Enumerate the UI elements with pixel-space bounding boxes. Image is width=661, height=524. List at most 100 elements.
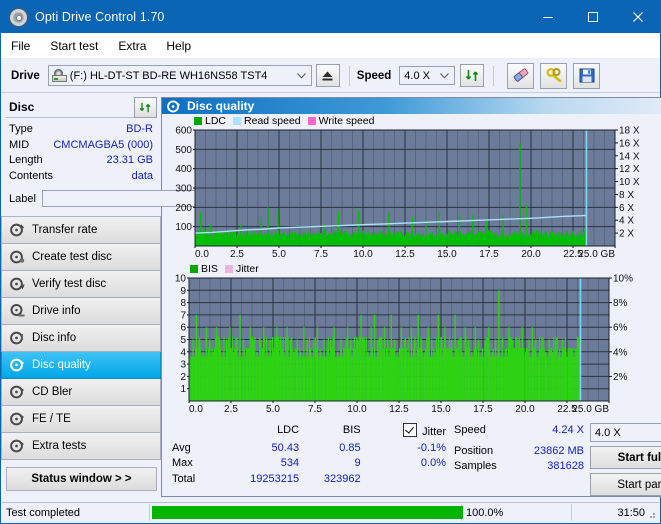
stats-max-ldc: 534 [222, 456, 299, 472]
stats-total-jitter [361, 472, 450, 488]
drive-select[interactable]: (F:) HL-DT-ST BD-RE WH16NS58 TST4 [48, 65, 312, 86]
y-axis-tick: 500 [175, 145, 192, 156]
x-axis-tick: 2.5 [230, 249, 244, 260]
stats-header-jitter[interactable]: Jitter [361, 423, 450, 441]
erase-disc-button[interactable] [507, 63, 534, 89]
refresh-icon [465, 68, 480, 83]
table-row: Total 19253215 323962 [162, 472, 450, 488]
disc-verify-icon [9, 277, 26, 292]
disc-row-type: Type BD-R [9, 122, 153, 138]
y2-axis-tick: 10% [613, 274, 633, 285]
readout-values: Speed 4.24 X Position 23862 MB Samples 3… [450, 423, 584, 496]
readout-position-row: Position 23862 MB [454, 444, 584, 460]
legend-swatch [194, 117, 202, 125]
y2-axis-tick: 2 X [619, 229, 634, 240]
x-axis-tick: 25.0 GB [578, 249, 615, 260]
disc-test-icon [9, 223, 26, 238]
disc-row-mid: MID CMCMAGBA5 (000) [9, 138, 153, 154]
eraser-icon [512, 67, 530, 84]
y2-axis-tick: 10 X [619, 177, 640, 188]
resize-grip-icon[interactable] [645, 508, 657, 520]
sidebar-item-extra-tests[interactable]: Extra tests [1, 433, 161, 460]
sidebar-item-transfer-rate[interactable]: Transfer rate [1, 217, 161, 244]
legend-swatch [190, 265, 198, 273]
window-controls [525, 1, 660, 33]
minimize-icon[interactable] [525, 1, 570, 33]
disc-quality-panel: Disc quality LDCRead speedWrite speed 10… [161, 97, 661, 497]
x-axis-tick: 25.0 GB [572, 404, 609, 415]
disc-row-contents-value: data [132, 169, 153, 185]
legend-swatch [233, 117, 241, 125]
status-bar: Test completed 100.0% 31:50 [2, 502, 659, 522]
sidebar-item-verify-test-disc[interactable]: Verify test disc [1, 271, 161, 298]
progress-percent: 100.0% [462, 504, 572, 521]
sidebar-item-drive-info[interactable]: Drive info [1, 298, 161, 325]
menu-extra[interactable]: Extra [118, 37, 156, 55]
y2-axis-tick: 8% [613, 298, 628, 309]
y-axis-tick: 5 [180, 335, 186, 346]
app-disc-icon [9, 8, 28, 27]
chart-bis-plot: 123456789102%4%6%8%10%0.02.55.07.510.012… [162, 262, 654, 417]
test-speed-select[interactable]: 4.0 X [590, 423, 661, 442]
menu-start-test[interactable]: Start test [50, 37, 108, 55]
menu-file[interactable]: File [11, 37, 40, 55]
sidebar-item-create-test-disc[interactable]: Create test disc [1, 244, 161, 271]
sidebar-item-fe-te[interactable]: FE / TE [1, 406, 161, 433]
disc-section-title: Disc [9, 100, 34, 114]
menu-help[interactable]: Help [166, 37, 201, 55]
y-axis-tick: 300 [175, 184, 192, 195]
jitter-checkbox[interactable] [403, 423, 417, 437]
sidebar-item-label: CD Bler [32, 386, 72, 398]
start-full-button[interactable]: Start full [590, 446, 661, 469]
status-window-button[interactable]: Status window > > [6, 467, 157, 491]
sidebar-item-cd-bler[interactable]: CD Bler [1, 379, 161, 406]
x-axis-tick: 20.0 [515, 404, 535, 415]
y-axis-tick: 200 [175, 203, 192, 214]
legend-entry: Read speed [233, 115, 301, 127]
sidebar-nav: Transfer rate Create test disc Verify te… [1, 216, 161, 460]
maximize-icon[interactable] [570, 1, 615, 33]
sidebar-item-disc-info[interactable]: Disc info [1, 325, 161, 352]
stats-header-row: LDC BIS Jitter [162, 423, 450, 441]
sidebar-item-disc-quality[interactable]: Disc quality [1, 352, 161, 379]
x-axis-tick: 20.0 [521, 249, 541, 260]
y2-axis-tick: 12 X [619, 164, 640, 175]
y-axis-tick: 100 [175, 222, 192, 233]
panel-header: Disc quality [162, 98, 661, 114]
chart-bis-jitter: BISJitter 123456789102%4%6%8%10%0.02.55.… [162, 262, 661, 417]
legend-entry: Jitter [225, 263, 259, 275]
panel-title: Disc quality [187, 99, 254, 113]
drive-label: Drive [11, 70, 40, 82]
readout-speed-key: Speed [454, 423, 510, 439]
disc-label-key: Label [9, 193, 36, 205]
refresh-drive-button[interactable] [460, 64, 484, 87]
x-axis-tick: 0.0 [195, 249, 209, 260]
speed-select[interactable]: 4.0 X [399, 66, 455, 85]
stats-row-label: Avg [162, 441, 222, 457]
save-button[interactable] [573, 63, 600, 89]
test-speed-value: 4.0 X [595, 427, 621, 439]
toolbar-separator-2 [493, 66, 494, 86]
y2-axis-tick: 14 X [619, 151, 640, 162]
disc-info-icon [9, 331, 26, 346]
stats-row-label: Total [162, 472, 222, 488]
table-row: Max 534 9 0.0% [162, 456, 450, 472]
speed-label: Speed [357, 70, 392, 82]
disc-row-length: Length 23.31 GB [9, 153, 153, 169]
settings-button[interactable] [540, 63, 567, 89]
disc-refresh-button[interactable] [134, 97, 157, 118]
close-icon[interactable] [615, 1, 660, 33]
disc-info-list: Type BD-R MID CMCMAGBA5 (000) Length 23.… [1, 118, 161, 184]
eject-button[interactable] [316, 64, 340, 87]
stats-avg-jitter: -0.1% [361, 441, 450, 457]
x-axis-tick: 7.5 [308, 404, 322, 415]
fe-te-icon [9, 412, 26, 427]
speed-select-value: 4.0 X [404, 70, 430, 82]
start-part-button[interactable]: Start part [590, 473, 661, 496]
stats-total-bis: 323962 [299, 472, 361, 488]
stats-table: LDC BIS Jitter Avg 50.43 0.85 -0.1% Max [162, 423, 450, 496]
wrench-key-icon [545, 67, 563, 84]
sidebar-item-label: Drive info [32, 305, 81, 317]
y2-axis-tick: 4% [613, 347, 628, 358]
legend-entry: Write speed [308, 115, 375, 127]
